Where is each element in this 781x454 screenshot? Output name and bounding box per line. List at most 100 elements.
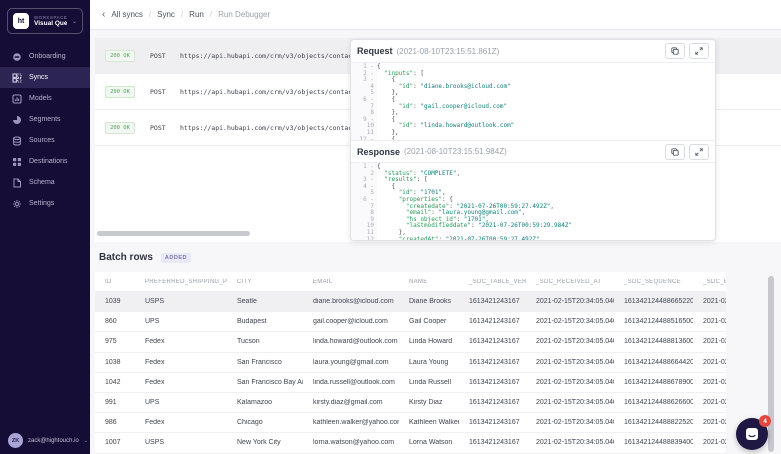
request-timestamp: (2021-08-10T23:15:51.861Z) xyxy=(397,47,500,56)
sidebar-item-label: Schema xyxy=(29,179,55,186)
code-line: 12 "createdAt": "2021-07-26T00:59:27.492… xyxy=(351,237,715,240)
table-row[interactable]: 1038FedexSan Franciscolaura.young@gmail.… xyxy=(95,353,726,373)
breadcrumb-link[interactable]: All syncs xyxy=(111,10,143,19)
added-badge: ADDED xyxy=(161,253,191,263)
table-cell: Diane Brooks xyxy=(399,298,459,305)
breadcrumb: All syncs/Sync/Run/Run Debugger xyxy=(111,10,270,19)
code-line: 5 }, xyxy=(351,90,715,97)
column-header: NAME xyxy=(399,279,459,285)
table-cell: 2021-02-15T20:34:05.040Z xyxy=(526,338,614,345)
table-row[interactable]: 986FedexChicagokathleen.walker@yahoo.com… xyxy=(95,413,726,433)
breadcrumb-link[interactable]: Sync xyxy=(157,10,175,19)
sidebar-item-sources[interactable]: Sources xyxy=(0,130,90,151)
table-cell: Fedex xyxy=(135,338,227,345)
vertical-scrollbar[interactable] xyxy=(768,276,774,452)
hightouch-logo: ht xyxy=(13,13,29,29)
table-cell: 1613421244888136000 xyxy=(614,338,693,345)
expand-button[interactable] xyxy=(689,43,709,59)
table-cell: 2021-02-15T2 xyxy=(693,419,726,426)
chat-widget-button[interactable]: 4 xyxy=(736,418,768,450)
table-cell: 1613421243167 xyxy=(459,419,526,426)
sidebar-item-onboarding[interactable]: Onboarding xyxy=(0,46,90,67)
column-header: CITY xyxy=(227,279,303,285)
copy-button[interactable] xyxy=(665,144,685,160)
expand-button[interactable] xyxy=(689,144,709,160)
table-cell: Lorna Watson xyxy=(399,439,459,446)
syncs-icon xyxy=(11,72,22,83)
line-number: 12 xyxy=(351,237,377,240)
table-cell: linda.russell@outlook.com xyxy=(303,379,399,386)
request-method: POST xyxy=(150,52,180,60)
table-cell: 860 xyxy=(95,318,135,325)
batch-rows-title: Batch rows xyxy=(99,252,153,263)
table-cell: 2021-02-15T2 xyxy=(693,318,726,325)
sidebar-item-models[interactable]: Models xyxy=(0,88,90,109)
table-cell: UPS xyxy=(135,318,227,325)
table-cell: 1613421243167 xyxy=(459,379,526,386)
table-cell: 1039 xyxy=(95,298,135,305)
table-cell: kirsty.diaz@gmail.com xyxy=(303,399,399,406)
table-row[interactable]: 991UPSKalamazookirsty.diaz@gmail.comKirs… xyxy=(95,393,726,413)
sources-icon xyxy=(11,135,22,146)
horizontal-scrollbar[interactable] xyxy=(97,231,347,236)
table-cell: 1613421244885165000 xyxy=(614,318,693,325)
table-row[interactable]: 1007USPSNew York Citylorna.watson@yahoo.… xyxy=(95,433,726,453)
table-row[interactable]: 860UPSBudapestgail.cooper@icloud.comGail… xyxy=(95,312,726,332)
breadcrumb-current: Run Debugger xyxy=(218,10,270,19)
table-cell: kathleen.walker@yahoo.com xyxy=(303,419,399,426)
table-cell: Kathleen Walker xyxy=(399,419,459,426)
destinations-icon xyxy=(11,156,22,167)
sidebar-item-destinations[interactable]: Destinations xyxy=(0,151,90,172)
batch-rows-header: Batch rows ADDED xyxy=(99,252,191,263)
table-cell: 2021-02-15T2 xyxy=(693,379,726,386)
breadcrumb-link[interactable]: Run xyxy=(189,10,204,19)
scrollbar-thumb[interactable] xyxy=(97,231,250,236)
status-badge: 200 OK xyxy=(105,50,135,62)
workspace-name: Visual Querying D... xyxy=(34,20,67,27)
topbar: ‹ All syncs/Sync/Run/Run Debugger xyxy=(90,0,781,30)
back-chevron-icon[interactable]: ‹ xyxy=(102,10,105,20)
request-code-editor[interactable]: 1 -{2 - "inputs": [3 - {4 "id": "diane.b… xyxy=(351,62,715,140)
sidebar-item-schema[interactable]: Schema xyxy=(0,172,90,193)
request-method: POST xyxy=(150,88,180,96)
table-cell: USPS xyxy=(135,298,227,305)
code-text: "lastmodifieddate": "2021-07-26T00:59:29… xyxy=(377,223,572,230)
table-cell: 1613421243167 xyxy=(459,399,526,406)
table-cell: San Francisco xyxy=(227,359,303,366)
table-row[interactable]: 1039USPSSeatlediane.brooks@icloud.comDia… xyxy=(95,292,726,312)
workspace-selector[interactable]: ht WORKSPACE Visual Querying D... ⌄ xyxy=(7,8,83,34)
sidebar-item-label: Settings xyxy=(29,200,54,207)
copy-button[interactable] xyxy=(665,43,685,59)
column-header: _SDC_SEQUENCE xyxy=(614,279,693,285)
table-cell: 2021-02-15T20:34:05.040Z xyxy=(526,399,614,406)
table-cell: 2021-02-15T2 xyxy=(693,298,726,305)
table-cell: 2021-02-15T2 xyxy=(693,338,726,345)
sidebar-item-label: Syncs xyxy=(29,74,48,81)
table-cell: Fedex xyxy=(135,379,227,386)
table-cell: Fedex xyxy=(135,359,227,366)
sidebar-item-label: Onboarding xyxy=(29,53,66,60)
table-cell: Budapest xyxy=(227,318,303,325)
code-text: "createdAt": "2021-07-26T00:59:27.492Z", xyxy=(377,237,543,240)
sidebar-item-label: Segments xyxy=(29,116,61,123)
code-line: 7 "id": "gail.cooper@icloud.com" xyxy=(351,104,715,111)
settings-icon xyxy=(11,198,22,209)
sidebar-item-settings[interactable]: Settings xyxy=(0,193,90,214)
sidebar-item-syncs[interactable]: Syncs xyxy=(0,67,90,88)
response-code-editor[interactable]: 1 -{2 "status": "COMPLETE",3 - "results"… xyxy=(351,162,715,240)
table-cell: Tucson xyxy=(227,338,303,345)
table-cell: 2021-02-15T20:34:05.040Z xyxy=(526,419,614,426)
code-line: 10 "id": "linda.howard@outlook.com" xyxy=(351,123,715,130)
column-header: _SDC_RECEIVED_AT xyxy=(526,279,614,285)
user-menu[interactable]: ZK zack@hightouch.io ⌄ xyxy=(8,433,88,448)
table-cell: 1613421243167 xyxy=(459,298,526,305)
table-row[interactable]: 1042FedexSan Francisco Bay Arealinda.rus… xyxy=(95,373,726,393)
table-row[interactable]: 975FedexTucsonlinda.howard@outlook.comLi… xyxy=(95,332,726,352)
table-cell: Linda Russell xyxy=(399,379,459,386)
sidebar-item-label: Models xyxy=(29,95,52,102)
column-header: _SDC_BATCHED xyxy=(693,279,726,285)
table-cell: Chicago xyxy=(227,419,303,426)
table-cell: 1613421244888225200 xyxy=(614,419,693,426)
sidebar-item-segments[interactable]: Segments xyxy=(0,109,90,130)
table-cell: 2021-02-15T2 xyxy=(693,439,726,446)
